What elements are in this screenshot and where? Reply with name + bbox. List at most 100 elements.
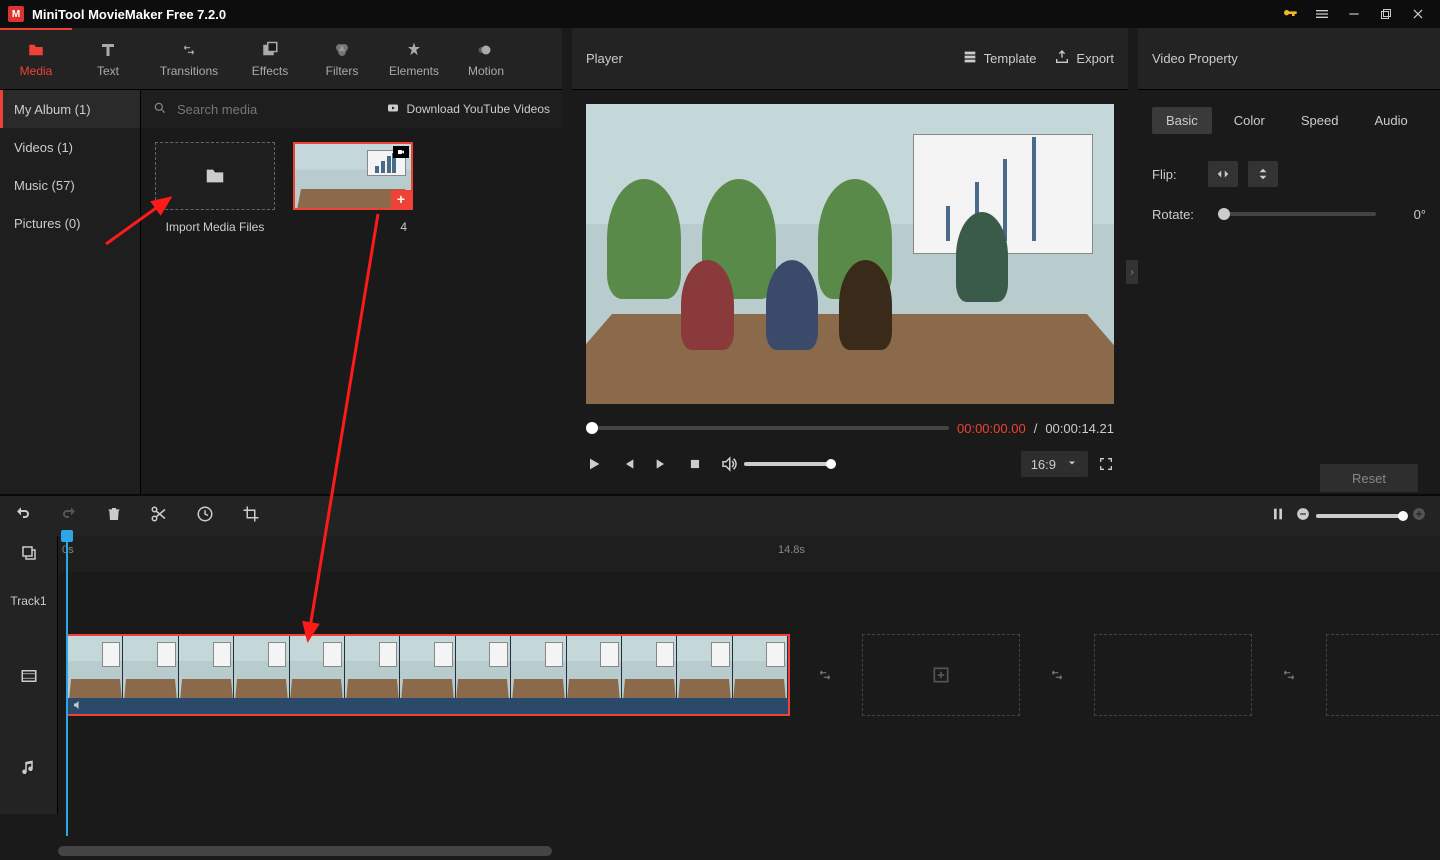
zoom-out-button[interactable] <box>1296 507 1310 526</box>
flip-label: Flip: <box>1152 167 1208 182</box>
rotate-value: 0° <box>1386 207 1426 222</box>
library-toolbar: Download YouTube Videos <box>141 90 562 128</box>
flip-vertical-button[interactable] <box>1248 161 1278 187</box>
volume-icon[interactable] <box>720 455 738 473</box>
undo-button[interactable] <box>14 506 32 527</box>
stop-button[interactable] <box>688 457 702 471</box>
transition-slot[interactable] <box>1274 634 1304 716</box>
template-icon <box>962 49 978 68</box>
export-button[interactable]: Export <box>1054 49 1114 68</box>
snap-button[interactable] <box>1270 506 1286 527</box>
speed-button[interactable] <box>196 505 214 528</box>
scrub-handle[interactable] <box>586 422 598 434</box>
import-media-tile[interactable]: Import Media Files <box>155 142 275 234</box>
sidebar-item-videos[interactable]: Videos (1) <box>0 128 140 166</box>
play-button[interactable] <box>586 456 602 472</box>
rotate-slider[interactable] <box>1218 212 1376 216</box>
filters-icon <box>332 40 352 60</box>
tab-filters[interactable]: Filters <box>306 28 378 89</box>
audio-track-icon <box>0 722 58 814</box>
properties-panel: Video Property Basic Color Speed Audio F… <box>1138 28 1440 494</box>
video-track <box>0 630 1440 722</box>
properties-title: Video Property <box>1138 28 1440 90</box>
tab-transitions[interactable]: Transitions <box>144 28 234 89</box>
prop-tab-speed[interactable]: Speed <box>1287 107 1353 134</box>
main-tabs: Media Text Transitions Effects Filters E… <box>0 28 562 90</box>
license-key-icon[interactable] <box>1276 2 1304 26</box>
video-preview[interactable] <box>586 104 1114 404</box>
transition-slot[interactable] <box>810 634 840 716</box>
redo-button[interactable] <box>60 506 78 527</box>
sidebar-item-pictures[interactable]: Pictures (0) <box>0 204 140 242</box>
fullscreen-button[interactable] <box>1098 456 1114 472</box>
template-button[interactable]: Template <box>962 49 1037 68</box>
clip-thumbnail[interactable]: + <box>293 142 413 210</box>
maximize-button[interactable] <box>1372 2 1400 26</box>
text-icon <box>98 40 118 60</box>
elements-icon <box>404 40 424 60</box>
playhead[interactable] <box>66 536 68 836</box>
empty-clip-slot[interactable] <box>1326 634 1440 716</box>
text-track: Track1 <box>0 572 1440 630</box>
tab-effects[interactable]: Effects <box>234 28 306 89</box>
media-panel: Media Text Transitions Effects Filters E… <box>0 28 562 494</box>
timeline-scrollbar[interactable] <box>58 846 1430 856</box>
clip-duration: 4 <box>293 220 413 234</box>
download-youtube-link[interactable]: Download YouTube Videos <box>385 102 550 117</box>
next-frame-button[interactable] <box>654 456 670 472</box>
chevron-down-icon <box>1066 457 1078 472</box>
empty-clip-slot[interactable] <box>1094 634 1252 716</box>
export-icon <box>1054 49 1070 68</box>
menu-icon[interactable] <box>1308 2 1336 26</box>
import-dropzone[interactable] <box>155 142 275 210</box>
aspect-ratio-select[interactable]: 16:9 <box>1021 451 1088 477</box>
rotate-label: Rotate: <box>1152 207 1208 222</box>
minimize-button[interactable] <box>1340 2 1368 26</box>
tab-motion[interactable]: Motion <box>450 28 522 89</box>
delete-button[interactable] <box>106 505 122 528</box>
prop-tab-basic[interactable]: Basic <box>1152 107 1212 134</box>
tab-elements[interactable]: Elements <box>378 28 450 89</box>
library-sidebar: My Album (1) Videos (1) Music (57) Pictu… <box>0 90 141 494</box>
tab-text[interactable]: Text <box>72 28 144 89</box>
rotate-handle[interactable] <box>1218 208 1230 220</box>
motion-icon <box>476 40 496 60</box>
folder-plus-icon <box>202 165 228 187</box>
time-current: 00:00:00.00 <box>957 421 1026 436</box>
close-button[interactable] <box>1404 2 1432 26</box>
sidebar-item-music[interactable]: Music (57) <box>0 166 140 204</box>
add-track-icon[interactable] <box>20 544 38 565</box>
timeline-ruler[interactable]: 0s 14.8s <box>58 536 1440 572</box>
zoom-in-button[interactable] <box>1412 507 1426 526</box>
scrub-bar[interactable] <box>586 426 949 430</box>
volume-slider[interactable] <box>744 462 834 466</box>
reset-button[interactable]: Reset <box>1320 464 1418 492</box>
search-icon <box>153 101 167 118</box>
audio-track <box>0 722 1440 814</box>
collapse-properties-button[interactable]: › <box>1126 260 1138 284</box>
video-track-icon <box>0 630 58 722</box>
prop-tab-audio[interactable]: Audio <box>1360 107 1421 134</box>
transition-slot[interactable] <box>1042 634 1072 716</box>
add-to-timeline-button[interactable]: + <box>391 190 411 208</box>
tab-media[interactable]: Media <box>0 28 72 89</box>
transitions-icon <box>178 40 200 60</box>
split-button[interactable] <box>150 505 168 528</box>
timeline-panel: 0s 14.8s Track1 <box>0 494 1440 856</box>
video-clip[interactable] <box>66 634 790 716</box>
app-icon: M <box>8 6 24 22</box>
prev-frame-button[interactable] <box>620 456 636 472</box>
sidebar-item-my-album[interactable]: My Album (1) <box>0 90 140 128</box>
media-clip-tile[interactable]: + 4 <box>293 142 413 234</box>
flip-horizontal-button[interactable] <box>1208 161 1238 187</box>
search-input[interactable] <box>177 102 375 117</box>
crop-button[interactable] <box>242 505 260 528</box>
prop-tab-color[interactable]: Color <box>1220 107 1279 134</box>
empty-clip-slot[interactable] <box>862 634 1020 716</box>
zoom-slider[interactable] <box>1316 514 1406 518</box>
zoom-handle[interactable] <box>1398 511 1408 521</box>
youtube-icon <box>385 102 401 117</box>
time-total: 00:00:14.21 <box>1045 421 1114 436</box>
track-label-text: Track1 <box>0 572 58 630</box>
volume-handle[interactable] <box>826 459 836 469</box>
